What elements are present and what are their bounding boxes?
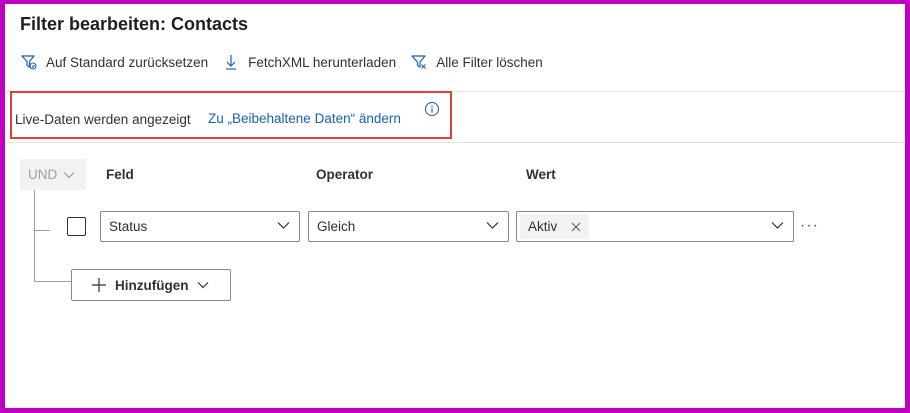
chevron-down-icon (197, 281, 209, 289)
plus-icon (91, 277, 107, 293)
value-tag: Aktiv (520, 214, 590, 239)
live-data-notice: Live-Daten werden angezeigt Zu „Beibehal… (10, 91, 452, 139)
value-multiselect[interactable]: Aktiv (516, 211, 794, 242)
operator-column-header: Operator (316, 167, 374, 182)
more-options-icon[interactable]: ··· (800, 217, 819, 235)
dialog-title: Filter bearbeiten: Contacts (20, 14, 249, 34)
group-operator-dropdown[interactable]: UND (20, 159, 86, 190)
value-tag-label: Aktiv (528, 219, 558, 234)
tree-line (34, 190, 35, 282)
close-icon (571, 222, 581, 231)
download-icon (226, 55, 237, 70)
download-fetchxml-label: FetchXML herunterladen (248, 54, 397, 70)
live-data-text: Live-Daten werden angezeigt (15, 112, 191, 127)
download-fetchxml-button[interactable]: FetchXML herunterladen (222, 53, 396, 71)
clear-all-filters-label: Alle Filter löschen (436, 54, 543, 70)
clear-all-filters-button[interactable]: Alle Filter löschen (410, 53, 543, 71)
chevron-down-icon (277, 222, 290, 229)
chevron-down-icon (63, 171, 75, 178)
field-column-header: Feld (106, 167, 134, 182)
remove-tag-button[interactable] (571, 222, 581, 232)
field-dropdown-value: Status (109, 219, 148, 234)
tree-line (34, 230, 50, 231)
operator-dropdown-value: Gleich (317, 219, 356, 234)
reset-to-default-button[interactable]: Auf Standard zurücksetzen (20, 53, 208, 71)
chevron-down-icon (486, 222, 499, 229)
row-select-checkbox[interactable] (67, 217, 86, 236)
value-column-header: Wert (526, 167, 556, 182)
filter-reset-icon (21, 55, 37, 70)
add-button-label: Hinzufügen (115, 277, 189, 293)
reset-to-default-label: Auf Standard zurücksetzen (46, 54, 209, 70)
edit-filter-dialog: Filter bearbeiten: Contacts Auf Standard… (5, 4, 905, 408)
filter-clear-icon (411, 55, 427, 69)
divider (5, 142, 905, 143)
switch-to-retained-data-link[interactable]: Zu „Beibehaltene Daten“ ändern (208, 111, 401, 126)
toolbar: Auf Standard zurücksetzen FetchXML herun… (20, 52, 557, 72)
operator-dropdown[interactable]: Gleich (308, 211, 509, 242)
tree-line (34, 281, 72, 282)
add-button[interactable]: Hinzufügen (71, 269, 231, 301)
info-icon[interactable] (424, 101, 440, 117)
chevron-down-icon (771, 222, 784, 229)
group-operator-value: UND (28, 167, 58, 182)
field-dropdown[interactable]: Status (100, 211, 300, 242)
